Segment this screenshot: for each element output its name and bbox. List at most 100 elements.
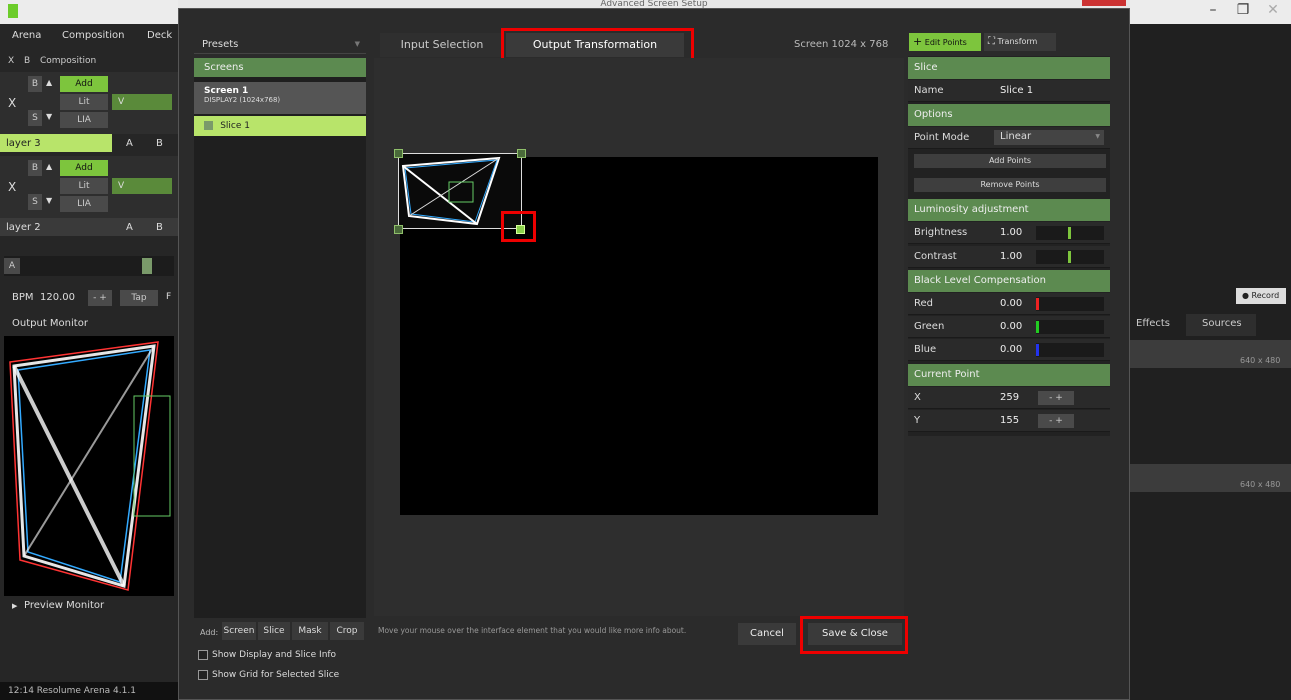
x-value[interactable]: 259	[1000, 392, 1019, 403]
contrast-value[interactable]: 1.00	[1000, 251, 1022, 262]
red-slider[interactable]	[1036, 297, 1104, 311]
tap-button[interactable]: Tap	[120, 290, 158, 306]
layer-2-clear[interactable]: X	[8, 180, 16, 194]
dialog-close-button[interactable]	[1082, 0, 1126, 6]
crossfader-handle[interactable]	[142, 258, 152, 274]
layer-3-bypass[interactable]: B	[28, 76, 42, 92]
layer-2-lit[interactable]: Lit	[60, 178, 108, 194]
red-value[interactable]: 0.00	[1000, 298, 1022, 309]
layer-2-video[interactable]: V	[112, 178, 172, 194]
minimize-button[interactable]: –	[1198, 2, 1228, 18]
slice-header: Slice	[908, 57, 1110, 79]
expand-icon[interactable]: ▶	[12, 602, 17, 610]
add-mask-button[interactable]: Mask	[292, 622, 328, 640]
record-label: Record	[1251, 291, 1280, 300]
contrast-slider[interactable]	[1036, 250, 1104, 264]
y-row: Y 155 - +	[908, 410, 1110, 432]
highlight-handle	[501, 211, 536, 242]
bpm-value[interactable]: 120.00	[40, 292, 75, 303]
layer-3-add[interactable]: Add	[60, 76, 108, 92]
blue-slider[interactable]	[1036, 343, 1104, 357]
screen-1-item[interactable]: Screen 1 DISPLAY2 (1024x768)	[194, 82, 366, 114]
b-button[interactable]: B	[24, 56, 30, 66]
up-arrow-icon[interactable]: ▲	[46, 162, 52, 171]
brightness-thumb[interactable]	[1068, 227, 1071, 239]
layer-3-lit[interactable]: Lit	[60, 94, 108, 110]
corner-handle-tl[interactable]	[394, 149, 403, 158]
corner-handle-bl[interactable]	[394, 225, 403, 234]
green-thumb[interactable]	[1036, 321, 1039, 333]
output-preview-image	[9, 341, 171, 591]
composition-button[interactable]: Composition	[40, 56, 96, 66]
menu-arena[interactable]: Arena	[12, 30, 41, 41]
y-value[interactable]: 155	[1000, 415, 1019, 426]
add-points-button[interactable]: Add Points	[914, 154, 1106, 168]
y-stepper[interactable]: - +	[1038, 414, 1074, 428]
layer-3-a[interactable]: A	[126, 138, 133, 149]
layer-2-b[interactable]: B	[156, 222, 163, 233]
point-mode-select[interactable]: Linear ▼	[994, 130, 1104, 145]
remove-points-button[interactable]: Remove Points	[914, 178, 1106, 192]
show-display-info-option[interactable]: Show Display and Slice Info	[198, 650, 336, 660]
slice-visibility-checkbox[interactable]	[204, 120, 213, 130]
down-arrow-icon[interactable]: ▼	[46, 112, 52, 121]
x-button[interactable]: X	[8, 56, 14, 66]
menu-deck[interactable]: Deck	[147, 30, 177, 41]
brightness-value[interactable]: 1.00	[1000, 227, 1022, 238]
blue-thumb[interactable]	[1036, 344, 1039, 356]
slice-1-item[interactable]: Slice 1	[194, 116, 366, 136]
layer-3-clear[interactable]: X	[8, 96, 16, 110]
layer-3-lia[interactable]: LIA	[60, 112, 108, 128]
green-slider[interactable]	[1036, 320, 1104, 334]
transform-button[interactable]: ⛶ Transform	[984, 33, 1056, 51]
show-grid-option[interactable]: Show Grid for Selected Slice	[198, 670, 339, 680]
show-grid-checkbox[interactable]	[198, 670, 208, 680]
preview-monitor-title[interactable]: Preview Monitor	[24, 600, 104, 611]
tab-sources[interactable]: Sources	[1202, 318, 1242, 329]
contrast-thumb[interactable]	[1068, 251, 1071, 263]
layer-2-bypass[interactable]: B	[28, 160, 42, 176]
point-mode-row: Point Mode Linear ▼	[908, 127, 1110, 149]
add-slice-button[interactable]: Slice	[258, 622, 290, 640]
layer-2-a[interactable]: A	[126, 222, 133, 233]
name-value[interactable]: Slice 1	[1000, 85, 1033, 96]
bpm-stepper[interactable]: - +	[88, 290, 112, 306]
transform-icon: ⛶	[988, 36, 995, 47]
edit-points-button[interactable]: + Edit Points	[909, 33, 981, 51]
layer-2-solo[interactable]: S	[28, 194, 42, 210]
green-label: Green	[914, 321, 945, 332]
green-value[interactable]: 0.00	[1000, 321, 1022, 332]
screens-panel	[194, 58, 366, 618]
blue-value[interactable]: 0.00	[1000, 344, 1022, 355]
x-label: X	[914, 392, 921, 403]
layer-2-lia[interactable]: LIA	[60, 196, 108, 212]
presets-dropdown[interactable]: Presets ▼	[194, 36, 366, 54]
close-window-button[interactable]: ✕	[1258, 2, 1288, 18]
chevron-down-icon: ▼	[354, 40, 360, 48]
layer-3-b[interactable]: B	[156, 138, 163, 149]
layer-2-name: layer 2	[6, 222, 41, 233]
layer-3-video[interactable]: V	[112, 94, 172, 110]
brightness-slider[interactable]	[1036, 226, 1104, 240]
tab-effects[interactable]: Effects	[1136, 318, 1170, 329]
restore-button[interactable]: ❐	[1228, 2, 1258, 18]
red-thumb[interactable]	[1036, 298, 1039, 310]
deck-a-button[interactable]: A	[4, 258, 20, 274]
layer-2-add[interactable]: Add	[60, 160, 108, 176]
x-stepper[interactable]: - +	[1038, 391, 1074, 405]
layer-3-solo[interactable]: S	[28, 110, 42, 126]
up-arrow-icon[interactable]: ▲	[46, 78, 52, 87]
contrast-row: Contrast 1.00	[908, 246, 1110, 268]
record-button[interactable]: ● Record	[1236, 288, 1286, 304]
show-display-info-checkbox[interactable]	[198, 650, 208, 660]
screen-name: Screen 1	[204, 86, 249, 96]
corner-handle-tr[interactable]	[517, 149, 526, 158]
add-label: Add:	[200, 628, 219, 637]
menu-composition[interactable]: Composition	[62, 30, 124, 41]
down-arrow-icon[interactable]: ▼	[46, 196, 52, 205]
add-crop-button[interactable]: Crop	[330, 622, 364, 640]
add-screen-button[interactable]: Screen	[222, 622, 256, 640]
brightness-label: Brightness	[914, 227, 968, 238]
tab-input-selection[interactable]: Input Selection	[380, 33, 504, 57]
cancel-button[interactable]: Cancel	[738, 623, 796, 645]
